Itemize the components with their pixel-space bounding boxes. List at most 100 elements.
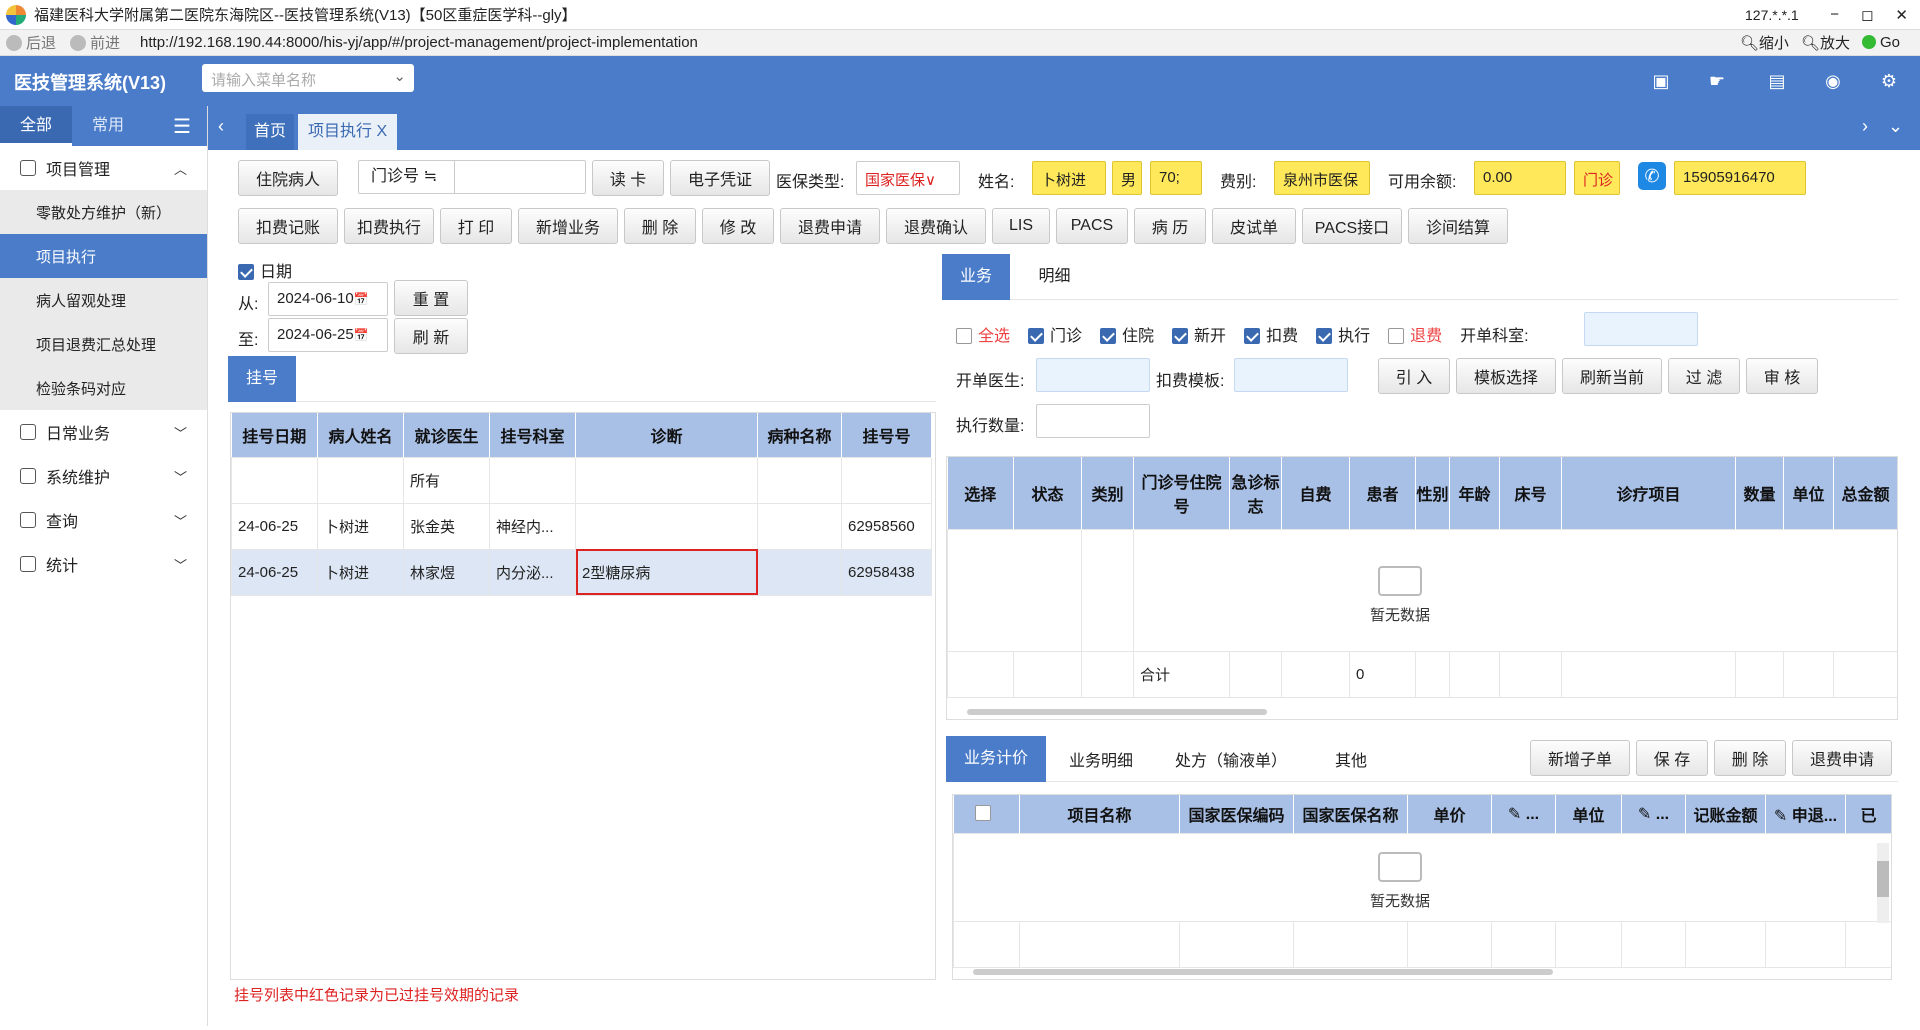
toolbar-button-1[interactable]: 扣费执行: [344, 208, 434, 244]
toolbar-button-0[interactable]: 扣费记账: [238, 208, 338, 244]
refund-request-button[interactable]: 退费申请: [1792, 740, 1892, 776]
check-refund[interactable]: 退费: [1388, 322, 1442, 346]
sidebar-tab-common[interactable]: 常用: [72, 106, 144, 146]
forward-button[interactable]: 前进: [70, 32, 120, 53]
check-deduct[interactable]: 扣费: [1244, 322, 1298, 346]
exec-qty-label: 执行数量:: [956, 418, 1025, 435]
zoom-out-button[interactable]: 🔍︎缩小: [1740, 32, 1789, 53]
menu-icon[interactable]: ☰: [173, 114, 191, 139]
sidebar-tab-all[interactable]: 全部: [0, 106, 73, 146]
fee-type-label: 费别:: [1220, 174, 1257, 191]
sidebar-group-project[interactable]: 项目管理 ︿: [0, 146, 207, 190]
audit-button[interactable]: 审 核: [1746, 358, 1818, 394]
tab-prescription[interactable]: 处方（输液单）: [1156, 747, 1306, 771]
minimize-button[interactable]: −: [1830, 6, 1839, 24]
toolbar-button-6[interactable]: 退费申请: [780, 208, 880, 244]
tab-business-detail[interactable]: 业务明细: [1046, 747, 1156, 771]
screen-icon[interactable]: ▣: [1648, 68, 1674, 94]
inpatient-button[interactable]: 住院病人: [238, 160, 338, 196]
horizontal-scrollbar[interactable]: [973, 969, 1553, 975]
maximize-button[interactable]: ◻: [1861, 6, 1873, 24]
tab-registration[interactable]: 挂号: [228, 356, 296, 402]
toolbar-button-7[interactable]: 退费确认: [886, 208, 986, 244]
doctor-field[interactable]: [1036, 358, 1150, 392]
from-date-field[interactable]: 2024-06-10📅: [268, 282, 388, 316]
to-date-field[interactable]: 2024-06-25📅: [268, 318, 388, 352]
table-row[interactable]: 24-06-25 卜树进 张金英 神经内... 62958560: [231, 502, 932, 550]
tab-other[interactable]: 其他: [1306, 747, 1396, 771]
dept-field[interactable]: [1584, 312, 1698, 346]
select-all-checkbox[interactable]: [953, 795, 1020, 833]
e-voucher-button[interactable]: 电子凭证: [670, 160, 770, 196]
hand-icon[interactable]: ☛: [1704, 68, 1730, 94]
reset-button[interactable]: 重 置: [394, 280, 468, 316]
app-logo-icon: [6, 4, 26, 25]
vertical-scrollbar[interactable]: [1877, 843, 1889, 923]
toolbar-button-4[interactable]: 删 除: [624, 208, 696, 244]
bill-column-header: 国家医保名称: [1293, 795, 1408, 833]
toolbar-button-13[interactable]: 诊间结算: [1408, 208, 1508, 244]
tab-billing[interactable]: 业务计价: [946, 735, 1046, 782]
date-checkbox[interactable]: [238, 264, 254, 280]
tab-home[interactable]: 首页: [246, 114, 295, 150]
outpatient-no-label[interactable]: 门诊号 ≒: [359, 161, 455, 193]
chevron-left-icon[interactable]: ‹: [218, 116, 224, 137]
url-field[interactable]: http://192.168.190.44:8000/his-yj/app/#/…: [140, 34, 698, 51]
save-button[interactable]: 保 存: [1636, 740, 1708, 776]
toolbar-button-5[interactable]: 修 改: [702, 208, 774, 244]
template-field[interactable]: [1234, 358, 1348, 392]
toolbar-button-8[interactable]: LIS: [992, 208, 1050, 244]
tab-business[interactable]: 业务: [942, 254, 1010, 300]
tab-bar: ‹ 首页 项目执行 X › ⌄: [208, 106, 1920, 150]
go-button[interactable]: Go: [1861, 34, 1900, 51]
sidebar-item-execution[interactable]: 项目执行: [0, 234, 207, 278]
insurance-type-select[interactable]: 国家医保∨: [856, 161, 960, 195]
sidebar-item-observation[interactable]: 病人留观处理: [0, 278, 207, 322]
refresh-button[interactable]: 刷 新: [394, 318, 468, 354]
import-button[interactable]: 引 入: [1378, 358, 1450, 394]
phone-icon: ✆: [1638, 162, 1666, 190]
template-select-button[interactable]: 模板选择: [1456, 358, 1556, 394]
sidebar-item-refund-summary[interactable]: 项目退费汇总处理: [0, 322, 207, 366]
tab-detail[interactable]: 明细: [1014, 254, 1094, 300]
read-card-button[interactable]: 读 卡: [592, 160, 664, 196]
chevron-down-icon[interactable]: ⌄: [1888, 116, 1903, 137]
check-outpatient[interactable]: 门诊: [1028, 322, 1082, 346]
eye-icon[interactable]: ◉: [1820, 68, 1846, 94]
sidebar-item-barcode[interactable]: 检验条码对应: [0, 366, 207, 410]
sidebar-item-prescription[interactable]: 零散处方维护（新）: [0, 190, 207, 234]
sidebar-group-system[interactable]: 系统维护 ﹀: [0, 454, 207, 498]
sidebar-group-stats[interactable]: 统计 ﹀: [0, 542, 207, 586]
chevron-right-icon[interactable]: ›: [1862, 116, 1868, 137]
table-row[interactable]: 24-06-25 卜树进 林家煜 内分泌... 2型糖尿病 62958438: [231, 548, 932, 596]
toolbar-button-2[interactable]: 打 印: [440, 208, 512, 244]
gear-icon[interactable]: ⚙: [1876, 68, 1902, 94]
sidebar-group-query[interactable]: 查询 ﹀: [0, 498, 207, 542]
checkbox-icon[interactable]: [975, 804, 992, 821]
toolbar-button-3[interactable]: 新增业务: [518, 208, 618, 244]
bill-column-header: 国家医保编码: [1179, 795, 1294, 833]
toolbar-button-9[interactable]: PACS: [1056, 208, 1128, 244]
back-button[interactable]: 后退: [6, 32, 56, 53]
delete-button[interactable]: 删 除: [1714, 740, 1786, 776]
refresh-current-button[interactable]: 刷新当前: [1562, 358, 1662, 394]
toolbar-button-11[interactable]: 皮试单: [1212, 208, 1296, 244]
check-new[interactable]: 新开: [1172, 322, 1226, 346]
horizontal-scrollbar[interactable]: [967, 709, 1267, 715]
exec-qty-field[interactable]: [1036, 404, 1150, 438]
document-icon[interactable]: ▤: [1764, 68, 1790, 94]
add-subbill-button[interactable]: 新增子单: [1530, 740, 1630, 776]
check-all[interactable]: 全选: [956, 322, 1010, 346]
menu-search-select[interactable]: 请输入菜单名称 ⌄: [202, 64, 414, 92]
zoom-in-button[interactable]: 🔍︎放大: [1801, 32, 1850, 53]
check-inpatient[interactable]: 住院: [1100, 322, 1154, 346]
sidebar-group-daily[interactable]: 日常业务 ﹀: [0, 410, 207, 454]
close-button[interactable]: ✕: [1895, 6, 1908, 24]
tab-project-execution[interactable]: 项目执行 X: [298, 114, 398, 150]
check-execute[interactable]: 执行: [1316, 322, 1370, 346]
toolbar-button-10[interactable]: 病 历: [1134, 208, 1206, 244]
filter-button[interactable]: 过 滤: [1668, 358, 1740, 394]
toolbar-button-12[interactable]: PACS接口: [1302, 208, 1402, 244]
table-row[interactable]: 所有: [231, 456, 932, 504]
outpatient-no-field[interactable]: 门诊号 ≒: [358, 160, 586, 194]
